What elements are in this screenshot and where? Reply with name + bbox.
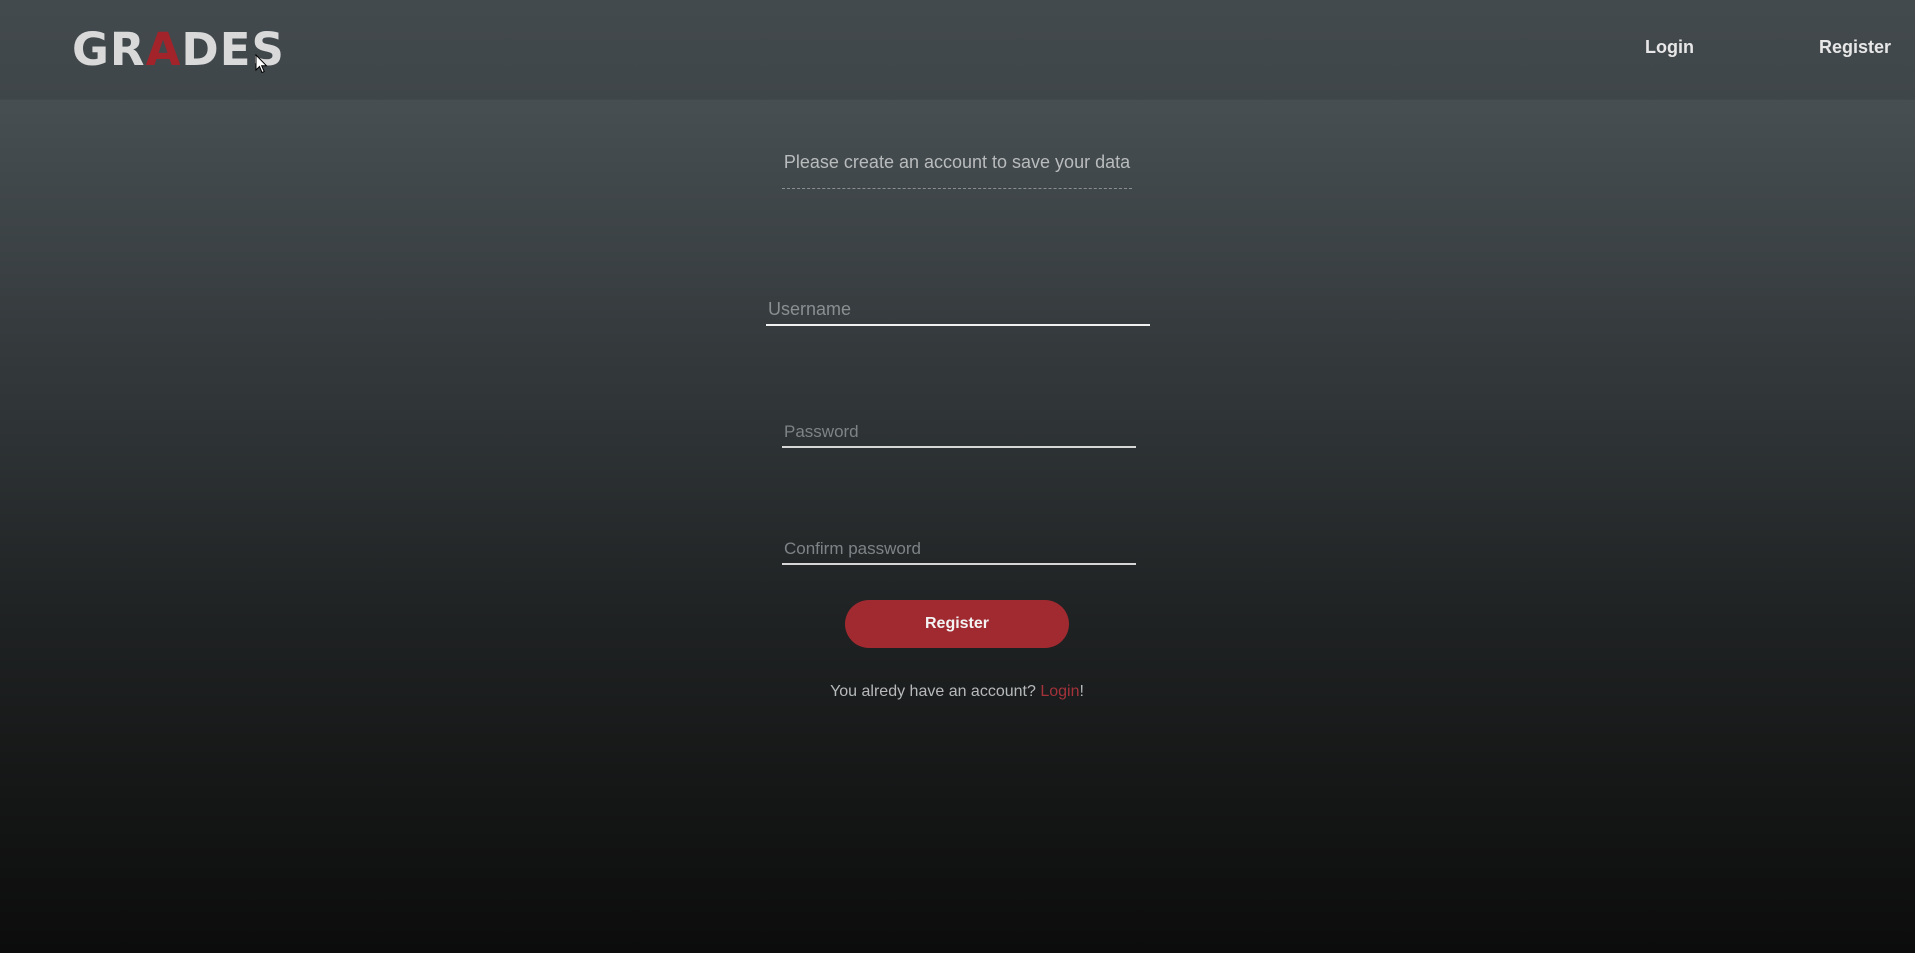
top-navbar: GRADES Login Register	[0, 0, 1915, 99]
login-link[interactable]: Login	[1040, 683, 1079, 700]
nav-login-link[interactable]: Login	[1645, 36, 1694, 58]
form-subtitle: Please create an account to save your da…	[783, 152, 1131, 172]
nav-register-link[interactable]: Register	[1819, 36, 1891, 58]
confirm-password-input[interactable]	[782, 535, 1136, 565]
logo-suffix: DES	[181, 23, 285, 76]
mouse-pointer-icon	[255, 54, 268, 74]
password-input[interactable]	[782, 418, 1136, 448]
login-prompt-text: You alredy have an account?	[830, 683, 1041, 700]
subtitle-divider	[782, 188, 1132, 189]
login-prompt-suffix: !	[1079, 683, 1084, 700]
login-prompt: You alredy have an account? Login!	[782, 681, 1132, 703]
username-input[interactable]	[766, 294, 1150, 326]
grades-logo[interactable]: GRADES	[72, 24, 285, 76]
logo-prefix: GR	[72, 23, 146, 76]
register-button[interactable]: Register	[845, 600, 1069, 648]
logo-accent-letter: A	[145, 23, 182, 76]
